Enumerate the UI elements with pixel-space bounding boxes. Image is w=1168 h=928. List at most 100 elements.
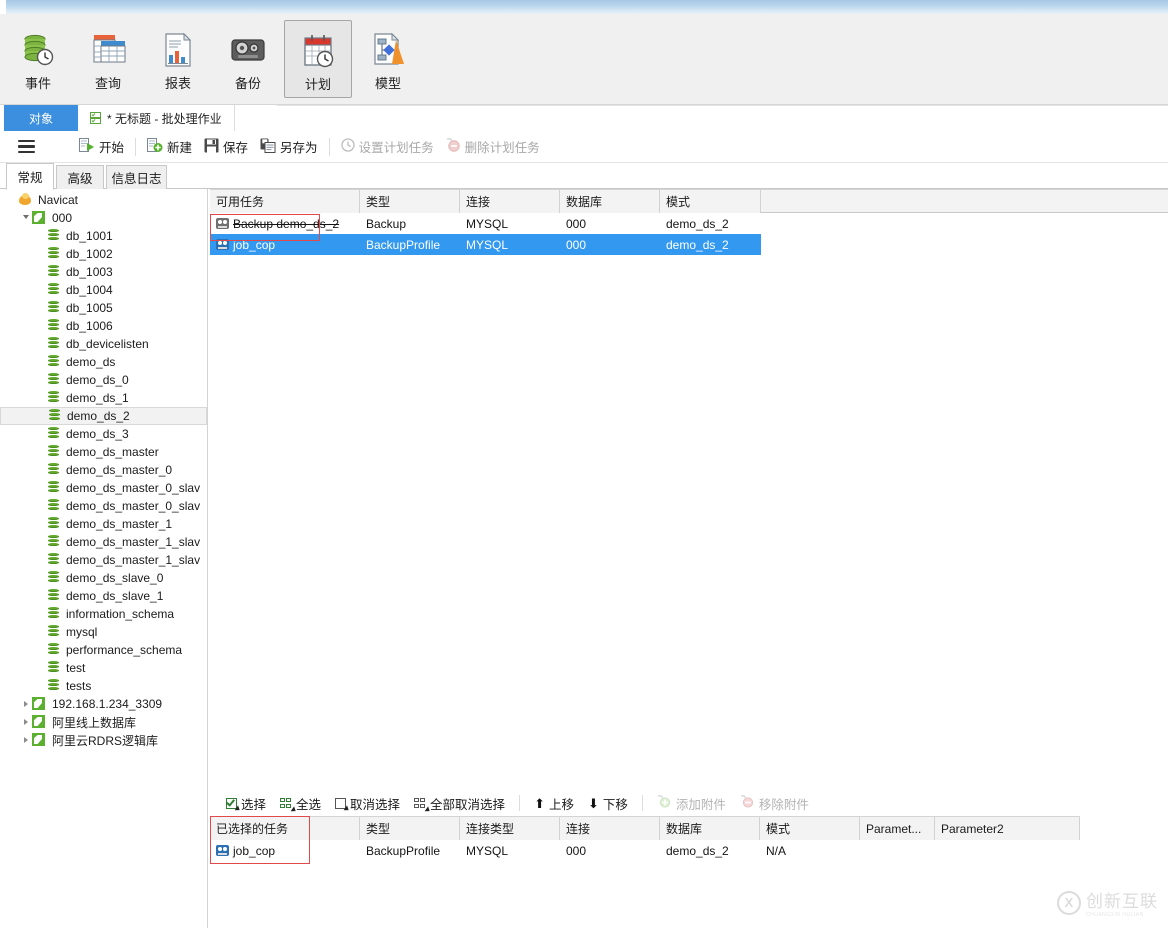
tree-item-label: demo_ds_2 <box>67 409 130 423</box>
available-task-col-header[interactable]: 模式 <box>660 190 761 213</box>
available-task-col-header[interactable]: 可用任务 <box>210 190 360 213</box>
tree-item-192-168-1-234_3309[interactable]: 192.168.1.234_3309 <box>0 695 207 713</box>
tree-item-label: 阿里线上数据库 <box>52 715 137 730</box>
tree-item-demo_ds_master_0_slav[interactable]: demo_ds_master_0_slav <box>0 497 207 515</box>
selected-task-cell: N/A <box>760 840 860 861</box>
tree-item-demo_ds[interactable]: demo_ds <box>0 353 207 371</box>
tree-item-demo_ds_3[interactable]: demo_ds_3 <box>0 425 207 443</box>
tree-item-demo_ds_2[interactable]: demo_ds_2 <box>0 407 207 425</box>
available-task-cell-text: 000 <box>566 216 587 231</box>
hamburger-menu-button[interactable] <box>12 135 41 159</box>
tree-item-demo_ds_master_0[interactable]: demo_ds_master_0 <box>0 461 207 479</box>
tree-item--[interactable]: 阿里线上数据库 <box>0 713 207 731</box>
tree-item-performance_schema[interactable]: performance_schema <box>0 641 207 659</box>
toolbar-button-event[interactable]: 事件 <box>4 20 72 98</box>
tree-item-label: demo_ds_slave_0 <box>66 571 164 585</box>
tab-batch-job[interactable]: * 无标题 - 批处理作业 <box>82 105 235 131</box>
toolbar-button-model[interactable]: 模型 <box>354 20 422 98</box>
available-task-row[interactable]: Backup demo_ds_2 Backup MYSQL 000 demo_ds_2 <box>210 213 761 234</box>
chevron-right-icon <box>24 737 28 743</box>
new-button[interactable]: 新建 <box>141 135 198 159</box>
selected-task-col-header[interactable]: 类型 <box>360 817 460 840</box>
available-tasks-grid: 可用任务 类型 连接 数据库 模式 Backup demo_ds_2 Backup MYSQ… <box>210 189 761 255</box>
available-task-col-header[interactable]: 类型 <box>360 190 460 213</box>
selected-task-col-header[interactable]: Paramet... <box>860 817 935 840</box>
tree-item-000[interactable]: 000 <box>0 209 207 227</box>
selected-task-cell: job_cop <box>210 840 360 861</box>
tree-item-icon <box>46 463 62 477</box>
start-button[interactable]: 开始 <box>73 135 130 159</box>
tree-item-icon <box>46 571 62 585</box>
tree-item--rdrs-[interactable]: 阿里云RDRS逻辑库 <box>0 731 207 749</box>
tree-item-navicat[interactable]: Navicat <box>0 191 207 209</box>
available-task-row[interactable]: job_cop BackupProfile MYSQL 000 demo_ds_2 <box>210 234 761 255</box>
move-up-button[interactable]: ⬆ 上移 <box>527 792 581 814</box>
toolbar-button-backup-label: 备份 <box>234 76 261 91</box>
tab-general[interactable]: 常规 <box>6 163 54 190</box>
tree-twisty[interactable] <box>20 701 32 707</box>
selected-task-row[interactable]: job_cop BackupProfile MYSQL 000 demo_ds_2 N/A <box>210 840 1080 861</box>
selected-task-col-header[interactable]: Parameter2 <box>935 817 1080 840</box>
selected-task-col-header[interactable]: 数据库 <box>660 817 760 840</box>
toolbar-button-schedule[interactable]: 计划 <box>284 20 352 98</box>
select-all-button[interactable]: 全选 <box>273 792 328 814</box>
tree-twisty[interactable] <box>20 719 32 725</box>
tree-item-db_1001[interactable]: db_1001 <box>0 227 207 245</box>
tree-twisty[interactable] <box>20 214 32 222</box>
tree-item-db_1003[interactable]: db_1003 <box>0 263 207 281</box>
toolbar-button-query[interactable]: 查询 <box>74 20 142 98</box>
selected-task-col-header[interactable]: 连接 <box>560 817 660 840</box>
toolbar-button-report[interactable]: 报表 <box>144 20 212 98</box>
tree-item-demo_ds_master[interactable]: demo_ds_master <box>0 443 207 461</box>
save-button[interactable]: 保存 <box>198 135 254 159</box>
task-blue-icon <box>216 239 229 250</box>
tree-item-db_1002[interactable]: db_1002 <box>0 245 207 263</box>
available-task-cell-text: demo_ds_2 <box>666 216 729 231</box>
tree-item-demo_ds_slave_0[interactable]: demo_ds_slave_0 <box>0 569 207 587</box>
tree-item-db_devicelisten[interactable]: db_devicelisten <box>0 335 207 353</box>
move-down-button[interactable]: ⬇ 下移 <box>581 792 635 814</box>
watermark-logo-icon: X <box>1057 890 1081 915</box>
delete-schedule-icon <box>446 138 461 155</box>
selected-task-col-header[interactable]: 已选择的任务 <box>210 817 360 840</box>
remove-attachment-button[interactable]: 移除附件 <box>733 792 816 814</box>
available-task-col-header[interactable]: 数据库 <box>560 190 660 213</box>
tree-item-db_1005[interactable]: db_1005 <box>0 299 207 317</box>
tree-item-icon <box>46 355 62 369</box>
save-as-button[interactable]: 另存为 <box>254 135 324 159</box>
tree-item-test[interactable]: test <box>0 659 207 677</box>
set-schedule-task-button[interactable]: 设置计划任务 <box>335 135 440 159</box>
tree-item-icon <box>46 535 62 549</box>
tree-item-information_schema[interactable]: information_schema <box>0 605 207 623</box>
tree-item-label: db_1001 <box>66 229 113 243</box>
deselect-button[interactable]: 取消选择 <box>328 792 407 814</box>
tree-item-demo_ds_master_1_slav[interactable]: demo_ds_master_1_slav <box>0 551 207 569</box>
deselect-all-button[interactable]: 全部取消选择 <box>407 792 512 814</box>
save-button-label: 保存 <box>223 141 249 155</box>
tree-item-demo_ds_master_1[interactable]: demo_ds_master_1 <box>0 515 207 533</box>
tree-item-db_1006[interactable]: db_1006 <box>0 317 207 335</box>
available-tasks-header-filler <box>761 189 1168 213</box>
selection-toolbar-separator-2 <box>641 795 643 811</box>
tree-twisty[interactable] <box>20 737 32 743</box>
tree-item-demo_ds_0[interactable]: demo_ds_0 <box>0 371 207 389</box>
tree-item-demo_ds_master_1_slav[interactable]: demo_ds_master_1_slav <box>0 533 207 551</box>
tree-item-label: demo_ds_master_0 <box>66 463 173 477</box>
tree-item-tests[interactable]: tests <box>0 677 207 695</box>
selected-task-col-header[interactable]: 连接类型 <box>460 817 560 840</box>
tree-item-db_1004[interactable]: db_1004 <box>0 281 207 299</box>
add-attachment-button[interactable]: 添加附件 <box>650 792 733 814</box>
select-button[interactable]: 选择 <box>219 792 273 814</box>
selected-task-cell <box>860 840 935 861</box>
tab-info-log[interactable]: 信息日志 <box>106 165 167 189</box>
toolbar-button-backup[interactable]: 备份 <box>214 20 282 98</box>
tree-item-mysql[interactable]: mysql <box>0 623 207 641</box>
selected-task-col-header[interactable]: 模式 <box>760 817 860 840</box>
tab-objects[interactable]: 对象 <box>4 105 78 131</box>
tree-item-demo_ds_master_0_slav[interactable]: demo_ds_master_0_slav <box>0 479 207 497</box>
tree-item-demo_ds_slave_1[interactable]: demo_ds_slave_1 <box>0 587 207 605</box>
available-task-col-header[interactable]: 连接 <box>460 190 560 213</box>
tree-item-demo_ds_1[interactable]: demo_ds_1 <box>0 389 207 407</box>
tab-advanced[interactable]: 高级 <box>56 165 104 189</box>
delete-schedule-task-button[interactable]: 删除计划任务 <box>440 135 546 159</box>
